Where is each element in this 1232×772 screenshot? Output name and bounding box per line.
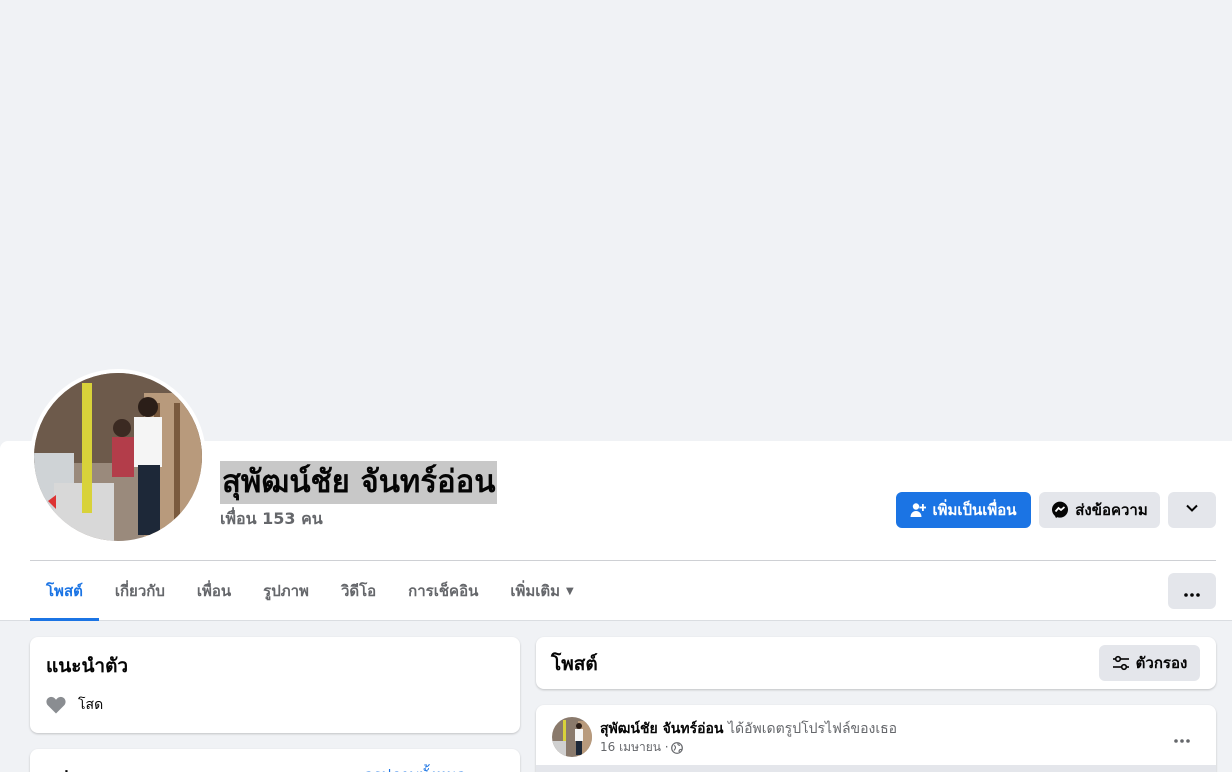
tab-about[interactable]: เกี่ยวกับ xyxy=(99,561,181,621)
see-all-photos-link[interactable]: ดูรูปภาพทั้งหมด xyxy=(364,763,466,772)
tab-posts[interactable]: โพสต์ xyxy=(30,561,99,621)
intro-card: แนะนำตัว โสด xyxy=(30,637,520,733)
post-author-avatar[interactable] xyxy=(552,717,592,757)
heart-icon xyxy=(46,696,66,714)
posts-header-card: โพสต์ ตัวกรอง xyxy=(536,637,1216,689)
post-options-button[interactable] xyxy=(1164,719,1200,755)
filter-label: ตัวกรอง xyxy=(1135,654,1188,672)
caret-down-icon: ▼ xyxy=(566,585,574,597)
tab-checkins[interactable]: การเช็คอิน xyxy=(392,561,494,621)
posts-title: โพสต์ xyxy=(551,653,598,675)
messenger-icon xyxy=(1051,501,1069,519)
tab-label: เพิ่มเติม xyxy=(510,582,561,600)
post-meta: 16 เมษายน · xyxy=(600,738,683,757)
intro-title: แนะนำตัว xyxy=(46,655,129,677)
tab-friends[interactable]: เพื่อน xyxy=(181,561,247,621)
add-friend-icon xyxy=(910,502,927,518)
message-label: ส่งข้อความ xyxy=(1075,501,1148,519)
cover-photo-area xyxy=(0,0,1232,441)
tab-photos[interactable]: รูปภาพ xyxy=(247,561,325,621)
tab-label: รูปภาพ xyxy=(263,582,309,600)
add-friend-label: เพิ่มเป็นเพื่อน xyxy=(932,501,1017,519)
post-image[interactable] xyxy=(536,765,1216,772)
profile-name: สุพัฒน์ชัย จันทร์อ่อน xyxy=(220,461,498,504)
profile-tabs: โพสต์ เกี่ยวกับ เพื่อน รูปภาพ วิดีโอ การ… xyxy=(30,561,590,621)
post-date[interactable]: 16 เมษายน · xyxy=(600,738,669,757)
chevron-down-icon xyxy=(1185,501,1199,519)
add-friend-button[interactable]: เพิ่มเป็นเพื่อน xyxy=(896,492,1031,528)
filter-button[interactable]: ตัวกรอง xyxy=(1099,645,1200,681)
tab-label: วิดีโอ xyxy=(340,582,377,600)
profile-more-button[interactable] xyxy=(1168,492,1216,528)
photos-card: รูปภาพ ดูรูปภาพทั้งหมด xyxy=(30,749,520,772)
relationship-status: โสด xyxy=(78,697,104,713)
tab-label: เพื่อน xyxy=(196,582,232,600)
tab-videos[interactable]: วิดีโอ xyxy=(325,561,392,621)
tab-label: เกี่ยวกับ xyxy=(114,582,165,600)
post-headline: สุพัฒน์ชัย จันทร์อ่อน ได้อัพเดตรูปโปรไฟล… xyxy=(600,718,897,740)
filter-icon xyxy=(1112,655,1130,671)
post-author-name[interactable]: สุพัฒน์ชัย จันทร์อ่อน xyxy=(600,721,723,737)
tab-label: โพสต์ xyxy=(46,582,83,600)
post-card: สุพัฒน์ชัย จันทร์อ่อน ได้อัพเดตรูปโปรไฟล… xyxy=(536,705,1216,772)
globe-icon xyxy=(670,741,683,754)
friends-count[interactable]: เพื่อน 153 คน xyxy=(220,507,323,532)
profile-avatar[interactable] xyxy=(34,373,202,541)
tab-more[interactable]: เพิ่มเติม ▼ xyxy=(494,561,589,621)
post-action-text: ได้อัพเดตรูปโปรไฟล์ของเธอ xyxy=(727,721,898,737)
more-dots-icon xyxy=(1184,582,1200,601)
message-button[interactable]: ส่งข้อความ xyxy=(1039,492,1160,528)
tabs-more-options-button[interactable] xyxy=(1168,573,1216,609)
tab-label: การเช็คอิน xyxy=(408,582,479,600)
relationship-row: โสด xyxy=(46,694,103,716)
more-dots-icon xyxy=(1174,728,1190,747)
photos-card-title: รูปภาพ xyxy=(46,763,104,772)
